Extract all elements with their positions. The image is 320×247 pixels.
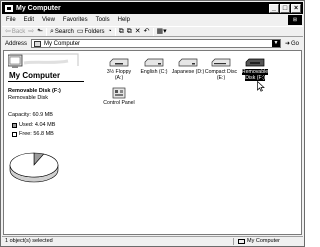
history-button[interactable]: ◔: [108, 28, 112, 35]
menu-file[interactable]: File: [6, 17, 16, 23]
control-panel-icon: [112, 87, 126, 99]
content-area: My Computer Removable Disk (F:) Removabl…: [3, 50, 302, 235]
pie-slice-free: [9, 152, 59, 178]
address-label: Address: [5, 40, 28, 47]
views-icon: ▦▾: [156, 28, 167, 35]
toolbar: ⇦ Back ⇨ ⬑ ⌕ Search ▭ Folders ◔ ⧉ ⧉ ✕ ↶ …: [2, 26, 303, 37]
search-button[interactable]: ⌕ Search: [50, 28, 74, 35]
drive-c-item[interactable]: English (C:): [137, 58, 171, 75]
undo-icon: ↶: [143, 28, 150, 35]
move-to-icon: ⧉: [118, 28, 124, 35]
mouse-pointer-icon: [257, 81, 265, 92]
drive-d-item[interactable]: Japanese (D:): [171, 58, 205, 75]
folders-icon: ▭: [76, 28, 84, 35]
delete-button[interactable]: ✕: [135, 28, 141, 35]
selected-item-type: Removable Disk: [8, 95, 49, 101]
address-field[interactable]: My Computer ▼: [31, 39, 281, 48]
close-button[interactable]: ×: [291, 3, 301, 13]
address-bar: Address My Computer ▼ ➜ Go: [2, 38, 303, 49]
info-pane: My Computer Removable Disk (F:) Removabl…: [4, 51, 90, 234]
forward-button[interactable]: ⇨: [28, 28, 34, 35]
history-icon: ◔: [107, 28, 112, 35]
item-label: Japanese (D:): [171, 69, 205, 75]
item-label: Compact Disc (E:): [204, 69, 238, 81]
move-to-button[interactable]: ⧉: [119, 28, 124, 35]
control-panel-item[interactable]: Control Panel: [102, 87, 136, 106]
go-button[interactable]: ➜ Go: [284, 40, 299, 48]
removable-disk-item[interactable]: Removable Disk (F:): [238, 58, 272, 81]
item-label: English (C:): [140, 69, 168, 75]
cd-drive-icon: [211, 58, 231, 67]
window-title: My Computer: [16, 4, 61, 12]
toolbar-separator: [114, 27, 116, 36]
up-button[interactable]: ⬑: [37, 28, 43, 35]
address-dropdown-button[interactable]: ▼: [271, 40, 280, 47]
up-folder-icon: ⬑: [37, 28, 43, 35]
status-text: 1 object(s) selected: [5, 238, 53, 244]
floppy-drive-icon: [109, 58, 129, 67]
delete-icon: ✕: [134, 28, 141, 35]
go-arrow-icon: ➜: [284, 41, 290, 47]
status-bar: 1 object(s) selected My Computer: [2, 236, 303, 245]
menu-view[interactable]: View: [42, 17, 55, 23]
menu-favorites[interactable]: Favorites: [63, 17, 88, 23]
copy-to-icon: ⧉: [126, 28, 132, 35]
my-computer-icon: [34, 40, 42, 47]
pane-divider: [8, 81, 84, 82]
item-label: Control Panel: [103, 100, 135, 106]
back-button[interactable]: ⇦ Back: [5, 28, 25, 35]
explorer-window: My Computer _ □ × File Edit View Favorit…: [0, 0, 305, 247]
hard-disk-icon: [144, 58, 164, 67]
search-icon: ⌕: [49, 28, 54, 35]
copy-to-button[interactable]: ⧉: [127, 28, 132, 35]
my-computer-icon: [238, 238, 245, 244]
selected-item-name: Removable Disk (F:): [8, 88, 61, 94]
undo-button[interactable]: ↶: [144, 28, 150, 35]
toolbar-separator: [45, 27, 47, 36]
menu-bar: File Edit View Favorites Tools Help ⊞: [2, 15, 303, 25]
capacity-text: Capacity: 60.9 MB: [8, 112, 53, 118]
used-legend: Used: 4.04 MB: [12, 122, 55, 128]
items-view: 3½ Floppy (A:) English (C:) Japanese (D:…: [90, 51, 301, 234]
floppy-drive-item[interactable]: 3½ Floppy (A:): [102, 58, 136, 81]
toolbar-separator: [152, 27, 154, 36]
menu-help[interactable]: Help: [118, 17, 130, 23]
free-legend: Free: 56.8 MB: [12, 131, 54, 137]
hard-disk-icon: [178, 58, 198, 67]
forward-arrow-icon: ⇨: [28, 28, 35, 35]
free-swatch: [12, 131, 17, 137]
address-value: My Computer: [44, 40, 81, 47]
removable-disk-icon: [245, 58, 265, 67]
pane-title: My Computer: [9, 71, 61, 80]
menu-edit[interactable]: Edit: [24, 17, 34, 23]
menu-tools[interactable]: Tools: [96, 17, 110, 23]
minimize-button[interactable]: _: [269, 3, 279, 13]
item-label: Removable Disk (F:): [241, 69, 269, 81]
back-arrow-icon: ⇦: [5, 28, 11, 35]
folders-button[interactable]: ▭ Folders: [77, 28, 105, 35]
views-button[interactable]: ▦▾: [157, 28, 167, 35]
used-swatch: [12, 122, 17, 128]
disk-usage-pie-chart: [9, 152, 59, 183]
title-bar[interactable]: My Computer _ □ ×: [2, 2, 303, 14]
my-computer-icon: [5, 4, 13, 12]
cd-drive-item[interactable]: Compact Disc (E:): [204, 58, 238, 81]
status-zone: My Computer: [233, 237, 303, 245]
maximize-button[interactable]: □: [280, 3, 290, 13]
windows-logo-icon: ⊞: [288, 15, 302, 25]
item-label: 3½ Floppy (A:): [106, 69, 132, 81]
